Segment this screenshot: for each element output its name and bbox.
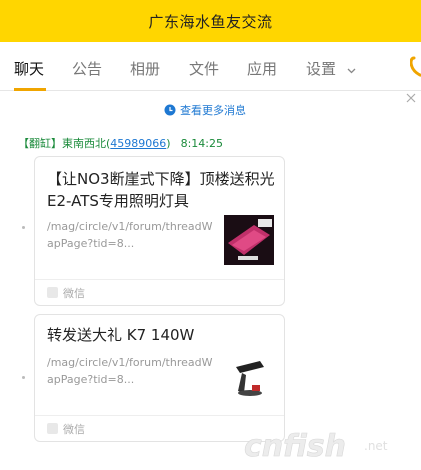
tab-settings-label: 设置 [306,60,337,78]
watermark-brand: cnfish [244,429,346,464]
card-title: 转发送大礼 K7 140W [47,326,195,344]
wechat-icon [47,423,58,434]
window-title: 广东海水鱼友交流 [148,12,273,31]
card-footer: 微信 [35,279,284,305]
shared-link-card[interactable]: 【让NO3断崖式下降】顶楼送积光E2-ATS专用照明灯具 /mag/circle… [34,156,285,306]
card-title: 【让NO3断崖式下降】顶楼送积光E2-ATS专用照明灯具 [47,170,275,210]
site-watermark-logo: cnfish .net [244,429,388,465]
chat-message-area: 查看更多消息 【翻缸】東南西北(45989066) 8:14:25 【让NO3断崖… [0,92,421,470]
tab-settings[interactable]: 设置 [306,59,356,79]
message-bullet [22,226,25,229]
view-more-label: 查看更多消息 [180,104,246,117]
wechat-icon [47,287,58,298]
phone-icon[interactable] [410,55,421,77]
tab-announcement[interactable]: 公告 [72,59,102,79]
card-url: /mag/circle/v1/forum/threadWapPage?tid=8… [47,356,213,386]
tab-files[interactable]: 文件 [189,59,219,79]
watermark-suffix: .net [364,439,388,453]
lamp-product-photo-icon [224,215,274,265]
sender-qq-number[interactable]: 45989066 [110,137,166,150]
qq-close-paren: ) [166,137,171,150]
close-icon[interactable] [405,92,417,104]
sender-role-badge: 【翻缸】 [18,137,62,150]
card-url: /mag/circle/v1/forum/threadWapPage?tid=8… [47,220,213,250]
light-fixture-photo-icon [224,355,274,405]
active-tab-indicator [14,88,46,91]
card-source-label: 微信 [63,287,85,300]
window-titlebar: 广东海水鱼友交流 [0,0,421,42]
view-more-messages-link[interactable]: 查看更多消息 [164,102,246,118]
message-sender-line: 【翻缸】東南西北(45989066) 8:14:25 [18,135,223,151]
sender-name[interactable]: 東南西北 [62,137,106,150]
message-timestamp: 8:14:25 [180,137,223,150]
message-bullet [22,376,25,379]
chevron-down-icon [347,68,356,74]
card-source-label: 微信 [63,423,85,436]
clock-icon [164,104,176,116]
tab-album[interactable]: 相册 [130,59,160,79]
tab-bar: 聊天 公告 相册 文件 应用 设置 [0,42,421,91]
tab-apps[interactable]: 应用 [247,59,277,79]
tab-chat[interactable]: 聊天 [14,59,44,79]
